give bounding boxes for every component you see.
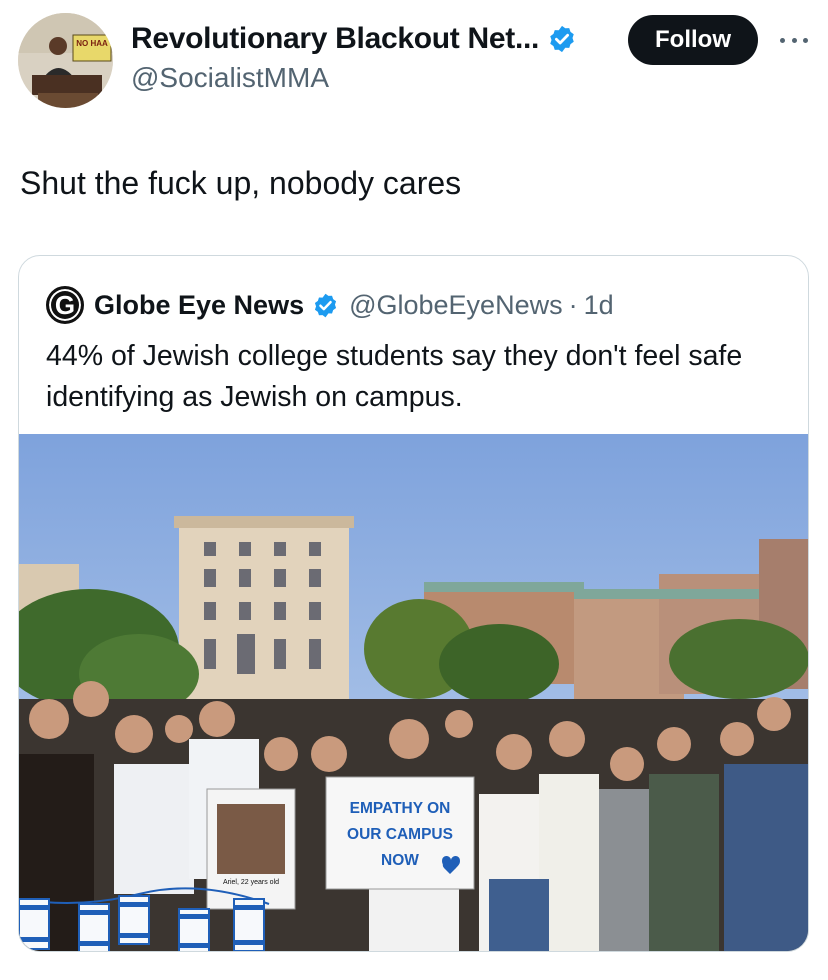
verified-badge-icon [550, 25, 574, 53]
svg-text:EMPATHY ON: EMPATHY ON [350, 800, 451, 817]
svg-text:Ariel, 22 years old: Ariel, 22 years old [223, 879, 279, 886]
quoted-tweet-card[interactable]: G Globe Eye News @GlobeEyeNews · 1d 44% … [18, 255, 809, 952]
quoted-tweet-text: 44% of Jewish college students say they … [46, 340, 743, 413]
quoted-tweet-header: G Globe Eye News @GlobeEyeNews · 1d [46, 286, 614, 324]
tweet-text: Shut the fuck up, nobody cares [20, 165, 462, 201]
author-name[interactable]: Revolutionary Blackout Net... [131, 22, 539, 56]
avatar-sign-text: NO HAA [76, 39, 108, 48]
quoted-author-handle[interactable]: @GlobeEyeNews [349, 290, 563, 321]
empathy-sign: EMPATHY ON OUR CAMPUS NOW [325, 776, 475, 890]
quoted-tweet-photo[interactable]: Ariel, 22 years old EMPATHY ON OUR CAMPU… [19, 434, 809, 952]
quoted-author-name[interactable]: Globe Eye News [94, 290, 304, 321]
more-options-icon[interactable] [777, 25, 811, 55]
svg-text:OUR CAMPUS: OUR CAMPUS [347, 826, 453, 843]
avatar-image: NO HAA [18, 13, 113, 108]
author-avatar[interactable]: NO HAA [18, 13, 113, 108]
separator-dot: · [568, 289, 578, 320]
quoted-timestamp[interactable]: 1d [584, 290, 614, 321]
author-handle[interactable]: @SocialistMMA [131, 62, 329, 94]
verified-badge-icon [315, 293, 337, 317]
globe-eye-logo-icon[interactable]: G [46, 286, 84, 324]
follow-button[interactable]: Follow [628, 15, 758, 65]
campus-building-tower [174, 516, 354, 699]
svg-text:NOW: NOW [381, 852, 419, 869]
